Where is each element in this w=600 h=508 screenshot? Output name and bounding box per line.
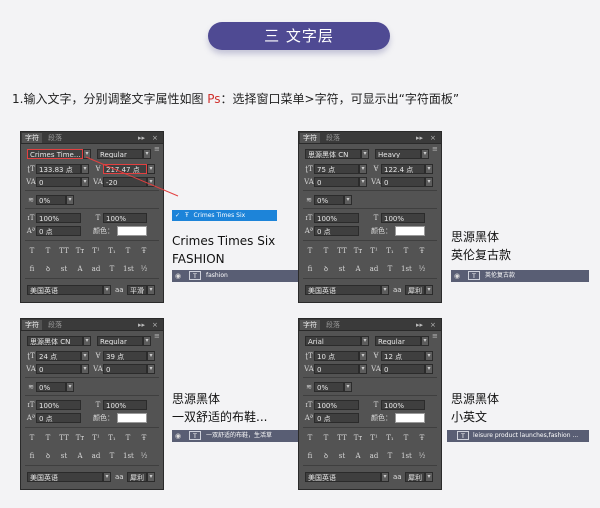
opentype-icon: Ŧ (184, 212, 189, 219)
annotation-4-line1: 思源黑体 (451, 392, 500, 406)
font-popup-selected[interactable]: ✓ Ŧ Crimes Times Six (172, 210, 277, 221)
annotation-2-line1: 思源黑体 (451, 230, 500, 244)
layer-name: 英伦复古款 (485, 272, 516, 279)
text-layer-icon: T (189, 271, 201, 280)
layer-row-retro[interactable]: ◉ T 英伦复古款 (451, 270, 589, 282)
annotation-2: 思源黑体 英伦复古款 (451, 228, 511, 264)
annotation-3-line2: 一双舒适的布鞋... (172, 410, 268, 424)
annotation-4-line2: 小英文 (451, 410, 488, 424)
layer-row-fashion[interactable]: ◉ T fashion (172, 270, 298, 282)
annotation-4: 思源黑体 小英文 (451, 390, 499, 426)
eye-icon[interactable]: ◉ (454, 270, 464, 282)
layer-row-english[interactable]: ◉ T leisure product launches,fashion ... (447, 430, 589, 442)
eye-icon[interactable]: ◉ (175, 270, 185, 282)
layer-name: 一双舒适的布鞋，生活草 (206, 432, 273, 439)
annotation-1: Crimes Times Six FASHION (172, 232, 275, 268)
layer-row-shoes[interactable]: ◉ T 一双舒适的布鞋，生活草 (172, 430, 298, 442)
annotation-1-line1: Crimes Times Six (172, 234, 276, 248)
eye-icon[interactable]: ◉ (175, 430, 185, 442)
text-layer-icon: T (189, 431, 201, 440)
highlight-line (85, 156, 179, 197)
annotation-3: 思源黑体 一双舒适的布鞋... (172, 390, 267, 426)
layer-name: fashion (206, 272, 228, 279)
font-popup-label: Crimes Times Six (193, 212, 246, 219)
text-layer-icon: T (468, 271, 480, 280)
annotation-1-line2: FASHION (172, 252, 225, 266)
annotation-3-line1: 思源黑体 (172, 392, 221, 406)
text-layer-icon: T (457, 431, 469, 440)
annotation-2-line2: 英伦复古款 (451, 248, 512, 262)
layer-name: leisure product launches,fashion ... (473, 432, 579, 439)
check-icon: ✓ (175, 212, 181, 219)
